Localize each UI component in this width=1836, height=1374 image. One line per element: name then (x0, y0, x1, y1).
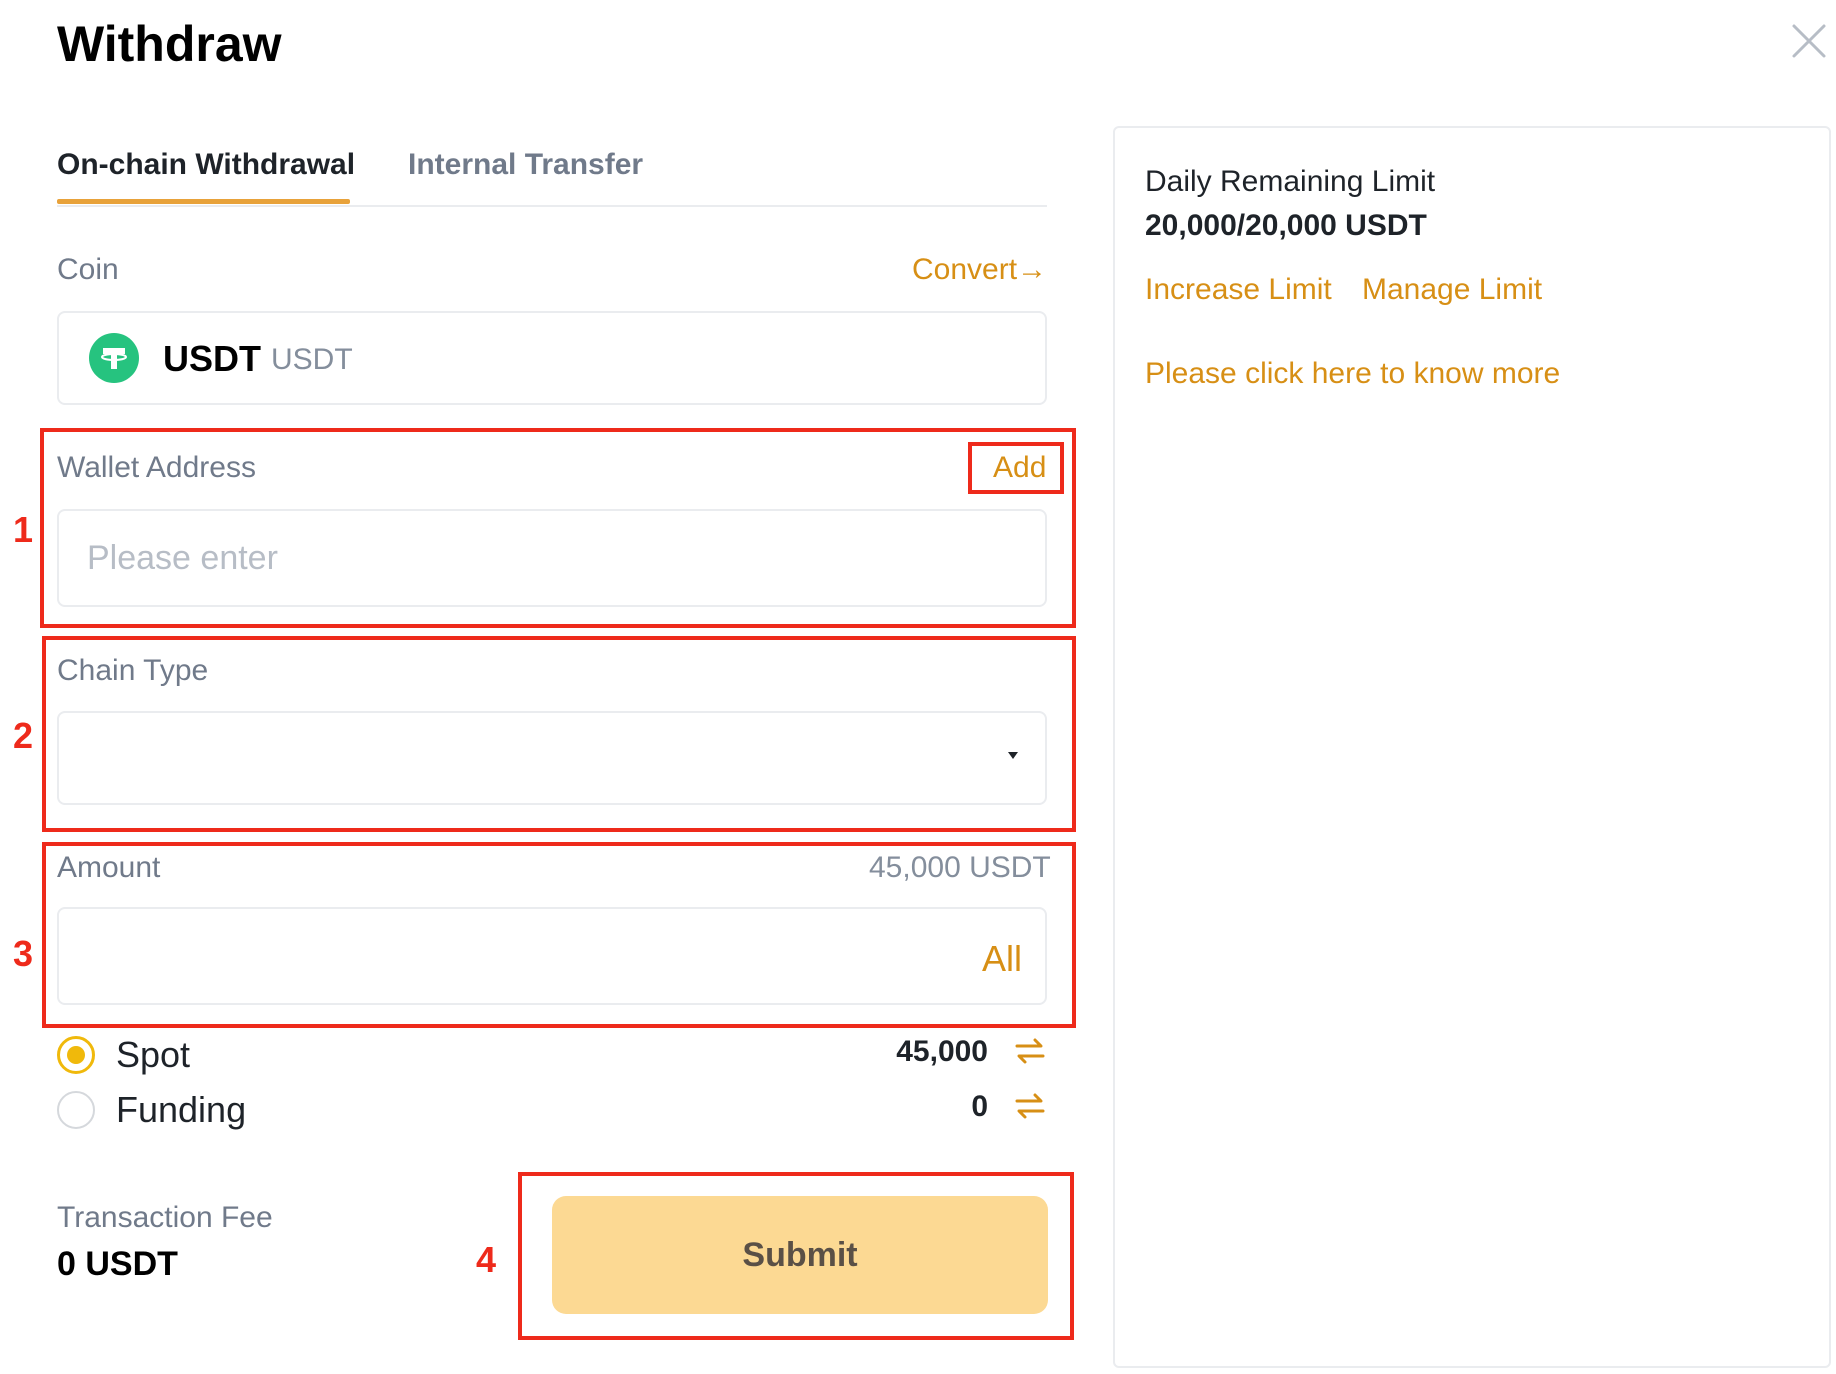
all-amount-button[interactable]: All (982, 937, 1022, 981)
coin-label: Coin (57, 253, 119, 286)
add-address-link[interactable]: Add (993, 448, 1046, 488)
annotation-number-3: 3 (13, 933, 34, 974)
increase-limit-link[interactable]: Increase Limit (1145, 270, 1332, 310)
transaction-fee-value: 0 USDT (57, 1245, 178, 1283)
page-title: Withdraw (57, 16, 282, 72)
wallet-address-label: Wallet Address (57, 451, 256, 484)
transfer-icon[interactable] (1013, 1089, 1047, 1123)
tab-internal-transfer[interactable]: Internal Transfer (408, 145, 643, 185)
tabs-divider (57, 205, 1047, 207)
funding-balance: 0 (971, 1090, 988, 1123)
wallet-address-input[interactable] (59, 511, 1045, 605)
manage-limit-link[interactable]: Manage Limit (1362, 270, 1542, 310)
chain-type-label: Chain Type (57, 654, 209, 687)
amount-label: Amount (57, 851, 161, 884)
submit-button[interactable]: Submit (552, 1196, 1048, 1314)
transaction-fee-label: Transaction Fee (57, 1201, 273, 1234)
wallet-address-field[interactable] (57, 509, 1047, 607)
convert-link[interactable]: Convert→ (912, 250, 1047, 290)
daily-limit-value: 20,000/20,000 USDT (1145, 209, 1427, 242)
funding-label: Funding (116, 1089, 247, 1130)
active-tab-indicator (57, 199, 350, 204)
tab-on-chain-withdrawal[interactable]: On-chain Withdrawal (57, 145, 355, 185)
funding-radio[interactable] (57, 1091, 95, 1129)
annotation-number-2: 2 (13, 715, 34, 756)
coin-symbol: USDT (271, 343, 353, 376)
side-panel (1113, 126, 1831, 1368)
know-more-link[interactable]: Please click here to know more (1145, 354, 1560, 394)
annotation-number-1: 1 (13, 509, 34, 550)
amount-field[interactable] (57, 907, 1047, 1005)
close-icon[interactable] (1790, 22, 1828, 60)
spot-label: Spot (116, 1034, 191, 1075)
chevron-down-icon[interactable] (1008, 752, 1018, 759)
transfer-icon[interactable] (1013, 1034, 1047, 1068)
available-balance: 45,000 USDT (869, 851, 1051, 884)
annotation-number-4: 4 (476, 1239, 497, 1280)
spot-balance: 45,000 (896, 1035, 988, 1068)
spot-radio[interactable] (57, 1036, 95, 1074)
coin-name: USDT (163, 338, 261, 379)
chain-type-select[interactable] (57, 711, 1047, 805)
daily-limit-label: Daily Remaining Limit (1145, 165, 1436, 198)
tether-icon (89, 333, 139, 383)
